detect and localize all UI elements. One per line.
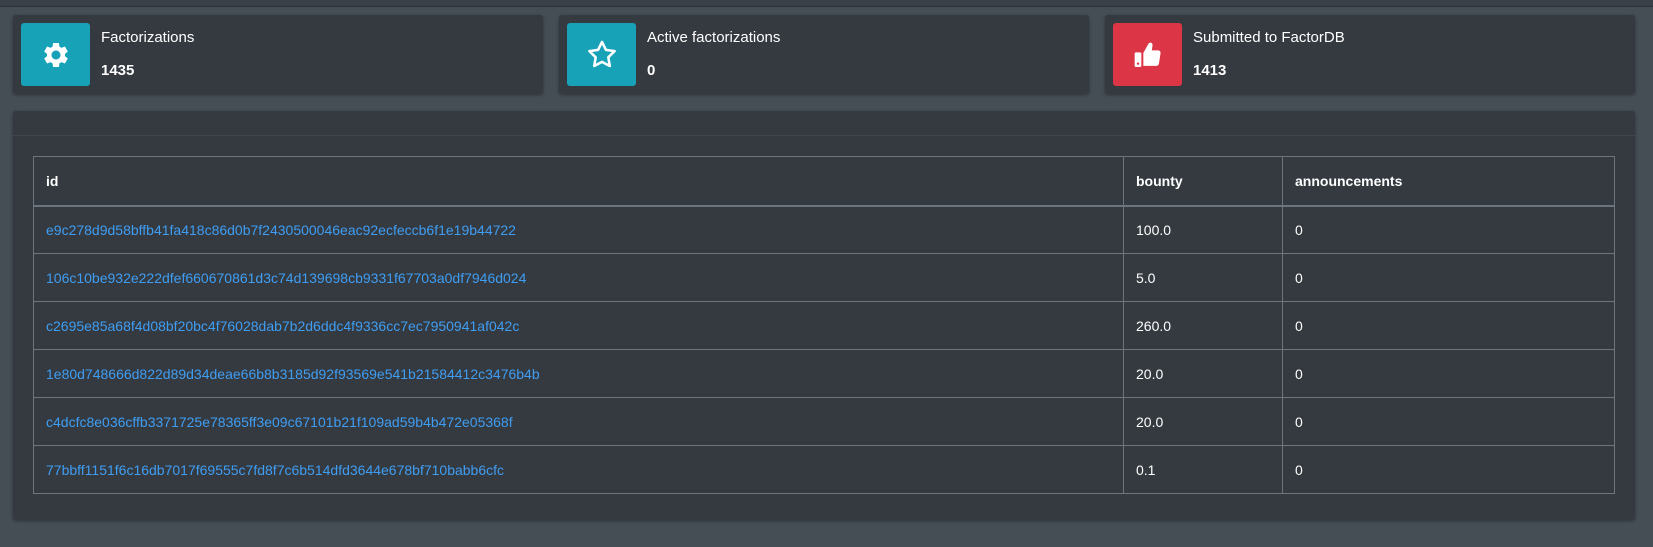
id-cell: 106c10be932e222dfef660670861d3c74d139698… xyxy=(33,253,1124,302)
factorization-id-link[interactable]: 1e80d748666d822d89d34deae66b8b3185d92f93… xyxy=(46,366,540,382)
factorizations-card: id bounty announcements e9c278d9d58bffb4… xyxy=(13,111,1635,520)
bounty-cell: 20.0 xyxy=(1123,397,1283,446)
table-row: 106c10be932e222dfef660670861d3c74d139698… xyxy=(33,253,1615,302)
column-header-bounty: bounty xyxy=(1123,156,1283,207)
info-box-label: Active factorizations xyxy=(647,29,781,46)
info-box-value: 1413 xyxy=(1193,62,1227,79)
factorization-id-link[interactable]: c2695e85a68f4d08bf20bc4f76028dab7b2d6ddc… xyxy=(46,318,519,334)
id-cell: 1e80d748666d822d89d34deae66b8b3185d92f93… xyxy=(33,349,1124,398)
table-header-row: id bounty announcements xyxy=(33,156,1615,207)
info-box-submitted-factordb: Submitted to FactorDB 1413 xyxy=(1105,15,1635,94)
bounty-cell: 20.0 xyxy=(1123,349,1283,398)
table-row: 77bbff1151f6c16db7017f69555c7fd8f7c6b514… xyxy=(33,445,1615,494)
bounty-cell: 260.0 xyxy=(1123,301,1283,350)
announcements-cell: 0 xyxy=(1282,205,1615,254)
announcements-cell: 0 xyxy=(1282,253,1615,302)
card-header xyxy=(13,111,1635,136)
id-cell: c2695e85a68f4d08bf20bc4f76028dab7b2d6ddc… xyxy=(33,301,1124,350)
announcements-cell: 0 xyxy=(1282,301,1615,350)
id-cell: 77bbff1151f6c16db7017f69555c7fd8f7c6b514… xyxy=(33,445,1124,494)
thumbs-up-icon xyxy=(1134,42,1161,67)
table-row: 1e80d748666d822d89d34deae66b8b3185d92f93… xyxy=(33,349,1615,398)
id-cell: e9c278d9d58bffb41fa418c86d0b7f2430500046… xyxy=(33,205,1124,254)
star-icon xyxy=(587,40,616,67)
table-row: e9c278d9d58bffb41fa418c86d0b7f2430500046… xyxy=(33,205,1615,254)
column-header-id: id xyxy=(33,156,1124,207)
factorization-id-link[interactable]: c4dcfc8e036cffb3371725e78365ff3e09c67101… xyxy=(46,414,513,430)
bounty-cell: 100.0 xyxy=(1123,205,1283,254)
info-box-value: 1435 xyxy=(101,62,135,79)
announcements-cell: 0 xyxy=(1282,397,1615,446)
info-box-icon-background xyxy=(567,23,636,86)
bounty-cell: 5.0 xyxy=(1123,253,1283,302)
bounty-cell: 0.1 xyxy=(1123,445,1283,494)
announcements-cell: 0 xyxy=(1282,445,1615,494)
factorization-id-link[interactable]: 77bbff1151f6c16db7017f69555c7fd8f7c6b514… xyxy=(46,462,504,478)
info-box-factorizations: Factorizations 1435 xyxy=(13,15,543,94)
info-box-value: 0 xyxy=(647,62,656,79)
column-header-announcements: announcements xyxy=(1282,156,1615,207)
factorization-id-link[interactable]: 106c10be932e222dfef660670861d3c74d139698… xyxy=(46,270,526,286)
info-box-label: Factorizations xyxy=(101,29,195,46)
info-box-icon-background xyxy=(21,23,90,86)
table-row: c2695e85a68f4d08bf20bc4f76028dab7b2d6ddc… xyxy=(33,301,1615,350)
info-box-active-factorizations: Active factorizations 0 xyxy=(559,15,1089,94)
id-cell: c4dcfc8e036cffb3371725e78365ff3e09c67101… xyxy=(33,397,1124,446)
gear-icon xyxy=(43,42,68,67)
announcements-cell: 0 xyxy=(1282,349,1615,398)
info-box-icon-background xyxy=(1113,23,1182,86)
info-box-label: Submitted to FactorDB xyxy=(1193,29,1345,46)
factorization-id-link[interactable]: e9c278d9d58bffb41fa418c86d0b7f2430500046… xyxy=(46,222,516,238)
table-row: c4dcfc8e036cffb3371725e78365ff3e09c67101… xyxy=(33,397,1615,446)
factorizations-table: id bounty announcements e9c278d9d58bffb4… xyxy=(33,156,1615,494)
info-box-row: Factorizations 1435 Active factorization… xyxy=(13,15,1635,95)
top-border xyxy=(0,0,1653,7)
